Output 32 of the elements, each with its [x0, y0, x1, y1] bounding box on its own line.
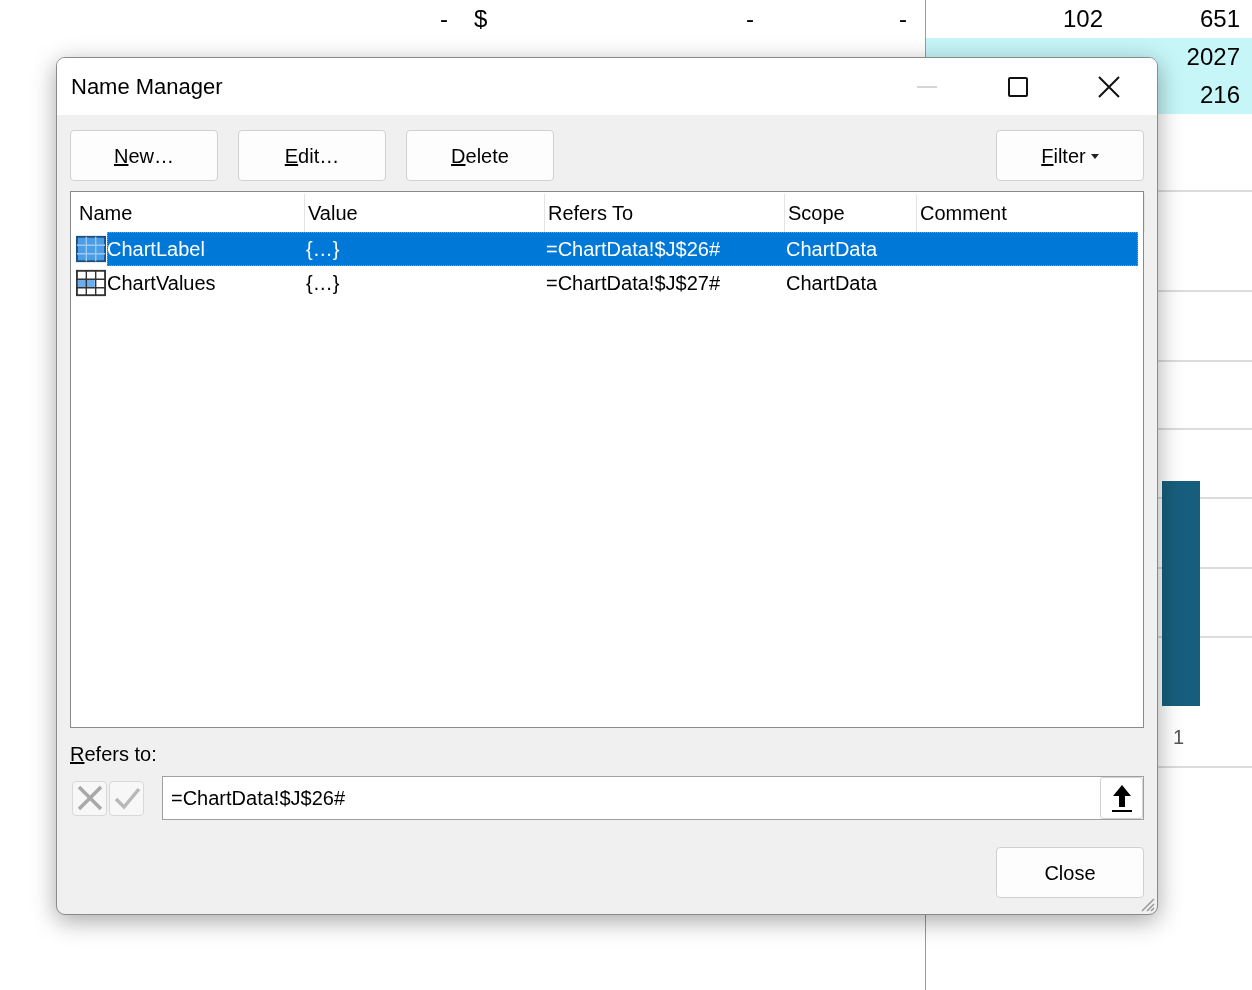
cell-text: 102	[1061, 4, 1104, 34]
list-row[interactable]: ChartValues {…} =ChartData!$J$27# ChartData	[107, 266, 1138, 300]
table-cell-text: ChartData	[785, 237, 879, 262]
table-cell-text: ChartData	[785, 271, 879, 296]
caret-icon	[1090, 153, 1099, 159]
cell-text: -	[440, 4, 448, 34]
table-icon	[76, 269, 106, 297]
close-dialog-button[interactable]: Close	[996, 847, 1144, 898]
list-row[interactable]: ChartLabel {…} =ChartData!$J$26# ChartData	[107, 232, 1138, 266]
filter-button[interactable]: Filter	[996, 130, 1144, 181]
cell-text: $	[474, 4, 488, 34]
table-icon	[76, 235, 106, 263]
minimize-icon	[917, 85, 937, 88]
cell-text: -	[899, 4, 907, 34]
window-title: Name Manager	[71, 73, 223, 101]
table-cell-text: {…}	[305, 271, 341, 296]
field-label: Refers to:	[70, 742, 157, 766]
new-button[interactable]: New…	[70, 130, 218, 181]
table-cell-text: {…}	[305, 237, 341, 262]
table-cell-text: ChartValues	[107, 271, 217, 296]
collapse-button[interactable]	[1100, 777, 1143, 819]
table-cell-text: =ChartData!$J$27#	[545, 271, 721, 296]
cell-text: -	[746, 4, 754, 34]
delete-button[interactable]: Delete	[406, 130, 554, 181]
table-cell-text: ChartLabel	[107, 237, 206, 262]
edit-button[interactable]: Edit…	[238, 130, 386, 181]
table-cell-text: =ChartData!$J$26#	[545, 237, 721, 262]
cell-text: 651	[1198, 4, 1241, 34]
formula-field[interactable]: =ChartData!$J$26#	[162, 776, 1144, 820]
close-icon	[1098, 75, 1120, 98]
maximize-icon	[1008, 76, 1028, 97]
upload-arrow-icon	[1110, 783, 1133, 813]
